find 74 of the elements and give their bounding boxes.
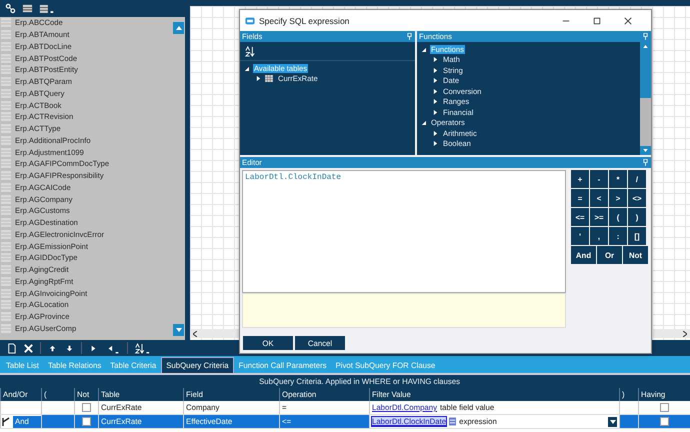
caret-up-icon [643, 45, 648, 48]
expression-icon [449, 417, 456, 426]
not-checkbox[interactable] [82, 403, 91, 412]
table-icon [1, 112, 11, 122]
table-icon[interactable] [22, 3, 33, 14]
table-icon [1, 312, 11, 322]
close-icon[interactable] [624, 16, 632, 24]
scrollbar-thumb[interactable] [640, 98, 651, 146]
table-icon [1, 253, 11, 262]
expand-toggle-icon[interactable] [433, 141, 438, 146]
table-icon [1, 65, 11, 74]
table-icon [1, 124, 11, 134]
scroll-left-button[interactable] [193, 330, 197, 336]
expression-editor[interactable]: LaborDtl.ClockInDate [242, 170, 566, 293]
window-title: Specify SQL expression [259, 16, 350, 26]
new-page-icon[interactable] [6, 342, 17, 354]
table-icon [1, 100, 11, 110]
table-icon [1, 300, 11, 310]
table-icon [1, 77, 11, 86]
expand-toggle-icon[interactable] [433, 110, 438, 115]
scroll-up-button[interactable] [173, 22, 184, 34]
table-icon [1, 324, 11, 333]
table-icon [1, 159, 11, 168]
sort-icon[interactable] [245, 46, 256, 56]
table-icon [1, 54, 11, 63]
delete-icon[interactable] [23, 342, 34, 354]
table-icon [1, 171, 11, 180]
caret-down-icon [610, 420, 616, 424]
table-icon [1, 206, 11, 216]
not-checkbox[interactable] [82, 417, 91, 426]
table-icon [1, 148, 11, 157]
scroll-down-button[interactable] [173, 324, 184, 336]
having-checkbox[interactable] [660, 417, 669, 426]
edit-row-indicator-icon [2, 416, 10, 426]
pin-icon[interactable] [407, 33, 412, 40]
sort-icon[interactable] [134, 342, 150, 354]
expand-toggle-icon[interactable] [433, 78, 438, 84]
pin-icon[interactable] [643, 33, 648, 40]
table-icon [1, 18, 11, 28]
expand-toggle-icon[interactable] [256, 76, 261, 82]
table-icon [1, 136, 11, 145]
table-dropdown-icon[interactable] [39, 3, 55, 14]
table-icon [265, 75, 273, 82]
table-icon [1, 194, 11, 204]
expand-toggle-icon[interactable] [433, 88, 438, 94]
table-icon [1, 230, 11, 239]
having-checkbox[interactable] [660, 403, 669, 412]
link-icon[interactable] [5, 3, 16, 14]
expand-toggle-icon[interactable] [421, 120, 426, 126]
table-icon [1, 42, 11, 51]
table-icon [1, 218, 11, 228]
dropdown-button[interactable] [608, 416, 617, 426]
window-icon [245, 16, 255, 24]
expand-toggle-icon[interactable] [244, 66, 249, 71]
table-icon [1, 30, 11, 40]
table-icon [1, 182, 11, 192]
scroll-right-button[interactable] [683, 330, 687, 336]
maximize-icon[interactable] [593, 16, 601, 24]
pin-icon[interactable] [643, 159, 648, 166]
table-icon [1, 242, 11, 251]
chevron-right-icon [683, 330, 687, 336]
table-icon [1, 288, 11, 298]
expand-toggle-icon[interactable] [433, 99, 438, 104]
chevron-left-icon [193, 330, 197, 336]
expand-toggle-icon[interactable] [433, 57, 438, 62]
table-icon [1, 88, 11, 98]
expand-toggle-icon[interactable] [433, 130, 438, 136]
caret-down-icon [643, 149, 648, 152]
table-icon [1, 265, 11, 274]
table-icon [1, 276, 11, 286]
caret-up-icon [176, 26, 182, 30]
expand-toggle-icon[interactable] [433, 68, 438, 73]
caret-down-icon [176, 328, 182, 332]
expand-toggle-icon[interactable] [421, 46, 426, 52]
